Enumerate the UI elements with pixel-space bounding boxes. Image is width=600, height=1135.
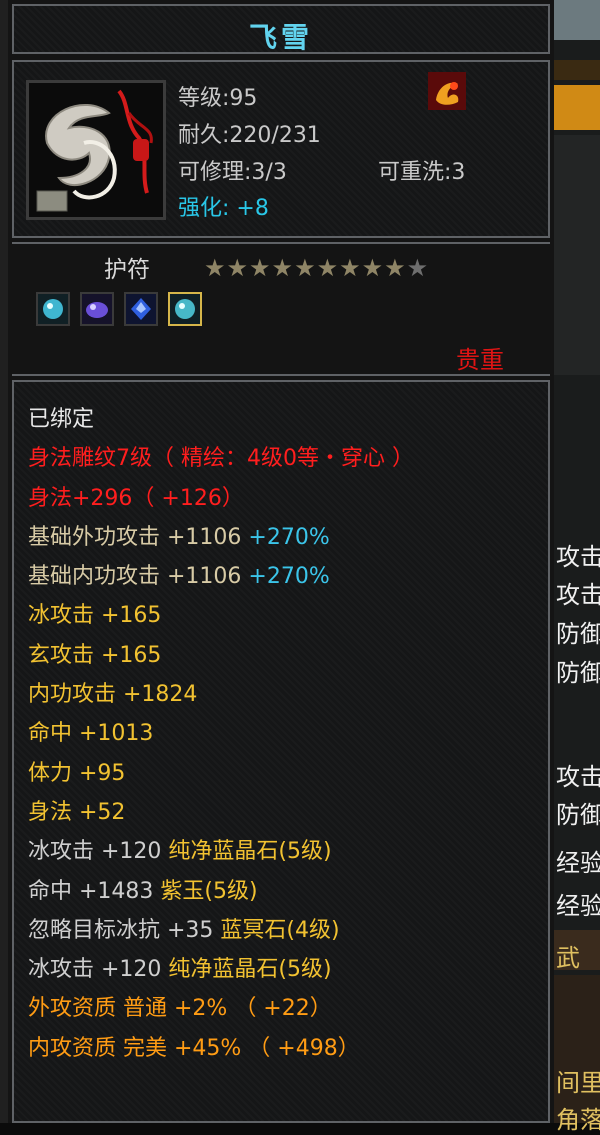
item-durability: 耐久:220/231 <box>178 123 321 148</box>
stat-percent: +270% <box>248 564 330 590</box>
teal-gem-icon <box>170 294 200 324</box>
base-inner-attack-stat: 基础内功攻击 +1106 +270% <box>28 557 538 596</box>
item-name: 飞雪 <box>248 21 313 54</box>
bg-label: 经验 <box>556 849 600 877</box>
gem-name: 纯净蓝晶石(5级) <box>168 957 332 983</box>
gem-slot[interactable] <box>36 292 70 326</box>
base-outer-attack-stat: 基础外功攻击 +1106 +270% <box>28 518 538 557</box>
title-panel: 飞雪 <box>12 4 550 54</box>
bg-label: 防御 <box>556 659 600 687</box>
engrave-stat: 身法雕纹7级（ 精绘：4级0等・穿心 ） <box>28 446 414 472</box>
agility-stat: 身法 +52 <box>28 799 126 825</box>
bg-label: 攻击 <box>556 581 600 609</box>
star-filled-icon: ★★★★★★★★★ <box>204 254 407 282</box>
inner-quality-stat: 内攻资质 完美 +45% （ +498） <box>28 1035 360 1061</box>
hit-stat: 命中 +1013 <box>28 721 154 747</box>
item-type: 护符 <box>104 257 150 283</box>
bg-label: 角落 <box>556 1106 600 1134</box>
bg-label: 武 <box>556 944 580 972</box>
gem-stat: 忽略目标冰抗 +35 蓝冥石(4级) <box>28 911 538 950</box>
gem-stat-label: 命中 +1483 <box>28 878 161 904</box>
gem-name: 纯净蓝晶石(5级) <box>168 839 332 865</box>
precious-label: 贵重 <box>456 346 504 374</box>
gem-stat: 冰攻击 +120 纯净蓝晶石(5级) <box>28 950 538 989</box>
xuan-attack-stat: 玄攻击 +165 <box>28 642 162 668</box>
item-rewash: 可重洗:3 <box>378 160 466 185</box>
agility-main-stat: 身法+296（ +126） <box>28 485 244 511</box>
item-icon[interactable] <box>26 80 166 220</box>
stat-list: 已绑定 身法雕纹7级（ 精绘：4级0等・穿心 ） 身法+296（ +126） 基… <box>28 400 538 1068</box>
star-rating: ★★★★★★★★★★ <box>204 254 429 282</box>
school-emblem-icon <box>428 72 466 110</box>
gem-stat: 命中 +1483 紫玉(5级) <box>28 872 538 911</box>
item-repairable: 可修理:3/3 <box>178 160 287 185</box>
teal-gem-icon <box>38 294 68 324</box>
gem-name: 蓝冥石(4级) <box>220 917 340 943</box>
stat-percent: +270% <box>248 524 330 550</box>
bound-status: 已绑定 <box>28 407 95 432</box>
bg-label: 防御 <box>556 620 600 648</box>
outer-quality-stat: 外攻资质 普通 +2% （ +22） <box>28 996 332 1022</box>
item-tooltip: 飞雪 等级:95 耐久:220/231 可修理:3/3 可重洗:3 强化: +8… <box>8 0 554 1123</box>
bg-label: 经验 <box>556 892 600 920</box>
gem-slot[interactable] <box>124 292 158 326</box>
stat-label: 基础外功攻击 +1106 <box>28 524 249 550</box>
gem-slot[interactable] <box>168 292 202 326</box>
gem-stat-label: 冰攻击 +120 <box>28 957 169 983</box>
bg-label: 攻击 <box>556 543 600 571</box>
gem-stat: 冰攻击 +120 纯净蓝晶石(5级) <box>28 832 538 871</box>
ice-attack-stat: 冰攻击 +165 <box>28 603 162 629</box>
gem-slot[interactable] <box>80 292 114 326</box>
bg-label: 间里 <box>556 1069 600 1097</box>
purple-gem-icon <box>82 294 112 324</box>
gem-name: 紫玉(5级) <box>160 878 258 904</box>
item-enhance: 强化: +8 <box>178 196 269 221</box>
item-level: 等级:95 <box>178 86 258 111</box>
stat-label: 基础内功攻击 +1106 <box>28 564 249 590</box>
bg-label: 防御 <box>556 801 600 829</box>
inner-attack-stat: 内功攻击 +1824 <box>28 682 198 708</box>
gem-stat-label: 忽略目标冰抗 +35 <box>28 917 221 943</box>
gem-stat-label: 冰攻击 +120 <box>28 839 169 865</box>
bg-label: 攻击 <box>556 763 600 791</box>
stamina-stat: 体力 +95 <box>28 760 126 786</box>
blue-gem-icon <box>126 294 156 324</box>
star-empty-icon: ★ <box>406 254 430 282</box>
jade-amulet-icon <box>29 83 163 217</box>
background-game-ui: 攻击 攻击 防御 防御 攻击 防御 经验 经验 武 间里 角落 <box>552 0 600 1134</box>
